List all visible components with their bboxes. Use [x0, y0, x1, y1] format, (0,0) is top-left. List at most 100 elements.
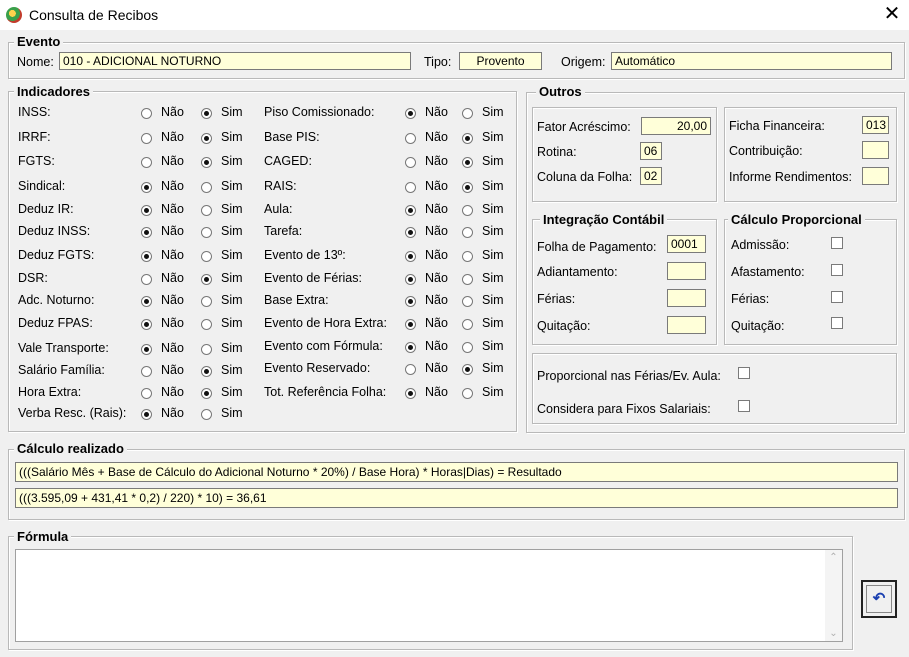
radio-nao[interactable] [405, 296, 416, 307]
radio-nao[interactable] [141, 366, 152, 377]
radio-sim-label: Sim [482, 130, 504, 144]
radio-sim[interactable] [462, 274, 473, 285]
radio-sim[interactable] [462, 364, 473, 375]
adiantamento-field[interactable] [667, 262, 706, 280]
undo-button[interactable]: ↶ [861, 580, 897, 618]
radio-nao[interactable] [405, 388, 416, 399]
formula-scrollbar[interactable]: ⌃ ⌄ [825, 550, 842, 641]
fixos-checkbox[interactable] [738, 400, 750, 412]
quitacao-integracao-field[interactable] [667, 316, 706, 334]
radio-sim[interactable] [462, 108, 473, 119]
radio-sim[interactable] [462, 319, 473, 330]
indicador-label: Evento com Fórmula: [264, 339, 383, 353]
radio-sim[interactable] [201, 205, 212, 216]
app-icon [6, 7, 22, 23]
radio-nao[interactable] [141, 344, 152, 355]
radio-nao-label: Não [161, 202, 184, 216]
radio-nao[interactable] [141, 205, 152, 216]
radio-nao[interactable] [405, 182, 416, 193]
calculo-result-field[interactable]: (((3.595,09 + 431,41 * 0,2) / 220) * 10)… [15, 488, 898, 508]
radio-sim-label: Sim [482, 248, 504, 262]
radio-sim[interactable] [201, 133, 212, 144]
radio-sim[interactable] [462, 157, 473, 168]
radio-sim[interactable] [462, 251, 473, 262]
radio-sim-label: Sim [482, 361, 504, 375]
radio-nao[interactable] [141, 274, 152, 285]
scroll-up-icon[interactable]: ⌃ [829, 552, 838, 563]
radio-nao[interactable] [141, 409, 152, 420]
radio-sim[interactable] [201, 251, 212, 262]
scroll-down-icon[interactable]: ⌄ [829, 628, 838, 639]
radio-sim[interactable] [201, 274, 212, 285]
folha-field[interactable]: 0001 [667, 235, 706, 253]
radio-sim[interactable] [201, 344, 212, 355]
radio-nao[interactable] [405, 274, 416, 285]
radio-sim[interactable] [462, 296, 473, 307]
quitacao-proporcional-checkbox[interactable] [831, 317, 843, 329]
radio-sim[interactable] [201, 388, 212, 399]
indicador-label: Evento Reservado: [264, 361, 371, 375]
coluna-field[interactable]: 02 [640, 167, 662, 185]
radio-nao[interactable] [141, 227, 152, 238]
origem-field[interactable]: Automático [611, 52, 892, 70]
ficha-field[interactable]: 013 [862, 116, 889, 134]
radio-sim[interactable] [201, 366, 212, 377]
afastamento-checkbox[interactable] [831, 264, 843, 276]
radio-nao[interactable] [141, 296, 152, 307]
radio-nao[interactable] [405, 205, 416, 216]
contribuicao-label: Contribuição: [729, 144, 803, 158]
rotina-field[interactable]: 06 [640, 142, 662, 160]
ferias-proporcional-label: Férias: [731, 292, 770, 306]
formula-textarea[interactable]: ⌃ ⌄ [15, 549, 843, 642]
radio-sim[interactable] [201, 296, 212, 307]
radio-sim[interactable] [201, 182, 212, 193]
nome-field[interactable]: 010 - ADICIONAL NOTURNO [59, 52, 411, 70]
radio-nao[interactable] [141, 157, 152, 168]
radio-nao[interactable] [405, 227, 416, 238]
radio-sim[interactable] [201, 108, 212, 119]
indicador-label: Evento de Hora Extra: [264, 316, 387, 330]
radio-sim[interactable] [462, 227, 473, 238]
ferias-integracao-field[interactable] [667, 289, 706, 307]
radio-nao[interactable] [141, 108, 152, 119]
radio-sim[interactable] [462, 182, 473, 193]
informe-field[interactable] [862, 167, 889, 185]
ferias-proporcional-checkbox[interactable] [831, 291, 843, 303]
nome-label: Nome: [17, 55, 54, 69]
radio-nao-label: Não [161, 154, 184, 168]
close-icon[interactable]: ✕ [880, 3, 904, 25]
radio-nao[interactable] [405, 251, 416, 262]
radio-nao[interactable] [405, 108, 416, 119]
calculo-formula-field[interactable]: (((Salário Mês + Base de Cálculo do Adic… [15, 462, 898, 482]
tipo-field[interactable]: Provento [459, 52, 542, 70]
radio-nao[interactable] [405, 157, 416, 168]
admissao-checkbox[interactable] [831, 237, 843, 249]
radio-sim-label: Sim [482, 271, 504, 285]
radio-nao[interactable] [405, 342, 416, 353]
radio-nao[interactable] [141, 388, 152, 399]
contribuicao-field[interactable] [862, 141, 889, 159]
radio-nao[interactable] [141, 319, 152, 330]
radio-sim[interactable] [462, 388, 473, 399]
radio-sim[interactable] [462, 205, 473, 216]
fator-field[interactable]: 20,00 [641, 117, 711, 135]
radio-nao-label: Não [161, 341, 184, 355]
radio-sim[interactable] [201, 157, 212, 168]
radio-nao[interactable] [405, 133, 416, 144]
radio-nao[interactable] [141, 251, 152, 262]
radio-nao[interactable] [141, 133, 152, 144]
informe-label: Informe Rendimentos: [729, 170, 852, 184]
indicador-label: Sindical: [18, 179, 66, 193]
radio-sim[interactable] [462, 133, 473, 144]
radio-nao[interactable] [405, 319, 416, 330]
prop-ferias-checkbox[interactable] [738, 367, 750, 379]
radio-sim[interactable] [462, 342, 473, 353]
radio-sim[interactable] [201, 319, 212, 330]
radio-sim-label: Sim [221, 341, 243, 355]
radio-nao[interactable] [405, 364, 416, 375]
radio-sim[interactable] [201, 227, 212, 238]
radio-sim[interactable] [201, 409, 212, 420]
outros-legend: Outros [536, 85, 585, 99]
radio-nao[interactable] [141, 182, 152, 193]
proporcional-legend: Cálculo Proporcional [728, 213, 865, 227]
